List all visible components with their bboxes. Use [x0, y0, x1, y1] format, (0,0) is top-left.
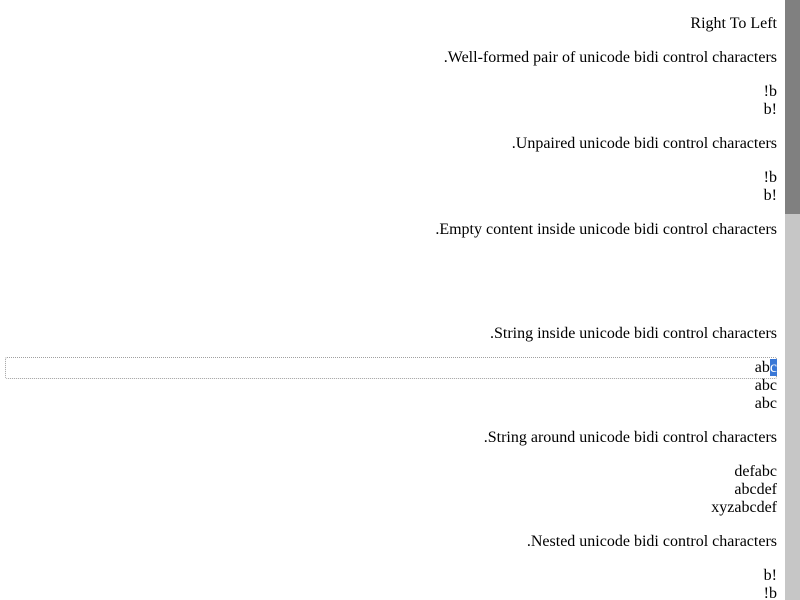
test-line: xyzabcdef	[711, 499, 777, 516]
test-line: b!	[763, 187, 777, 204]
focused-text-line[interactable]	[5, 357, 777, 379]
test-line: abcdef	[734, 481, 777, 498]
heading: Right To Left	[690, 15, 777, 32]
section-caption: Nested unicode bidi control characters.	[526, 533, 777, 550]
text-before-selection: ab	[754, 359, 770, 376]
test-line-selected[interactable]: abc	[755, 359, 777, 377]
section-caption: String inside unicode bidi control chara…	[489, 325, 777, 342]
section-caption: Well-formed pair of unicode bidi control…	[443, 49, 777, 66]
test-line: defabc	[734, 463, 777, 480]
section-caption: Unpaired unicode bidi control characters…	[511, 135, 777, 152]
section-caption: String around unicode bidi control chara…	[483, 429, 777, 446]
test-line: b!	[763, 101, 777, 118]
test-line: b!	[763, 169, 777, 186]
text-selection[interactable]: c	[769, 359, 777, 376]
test-line: abc	[754, 395, 777, 412]
test-line: b!	[763, 567, 777, 584]
document-viewport: Right To Left Well-formed pair of unicod…	[0, 0, 785, 600]
test-line: b!	[763, 585, 777, 600]
section-caption: Empty content inside unicode bidi contro…	[435, 221, 777, 238]
test-line: abc	[754, 377, 777, 394]
vertical-scrollbar[interactable]	[785, 0, 800, 600]
scrollbar-thumb[interactable]	[785, 0, 800, 214]
test-line: b!	[763, 83, 777, 100]
